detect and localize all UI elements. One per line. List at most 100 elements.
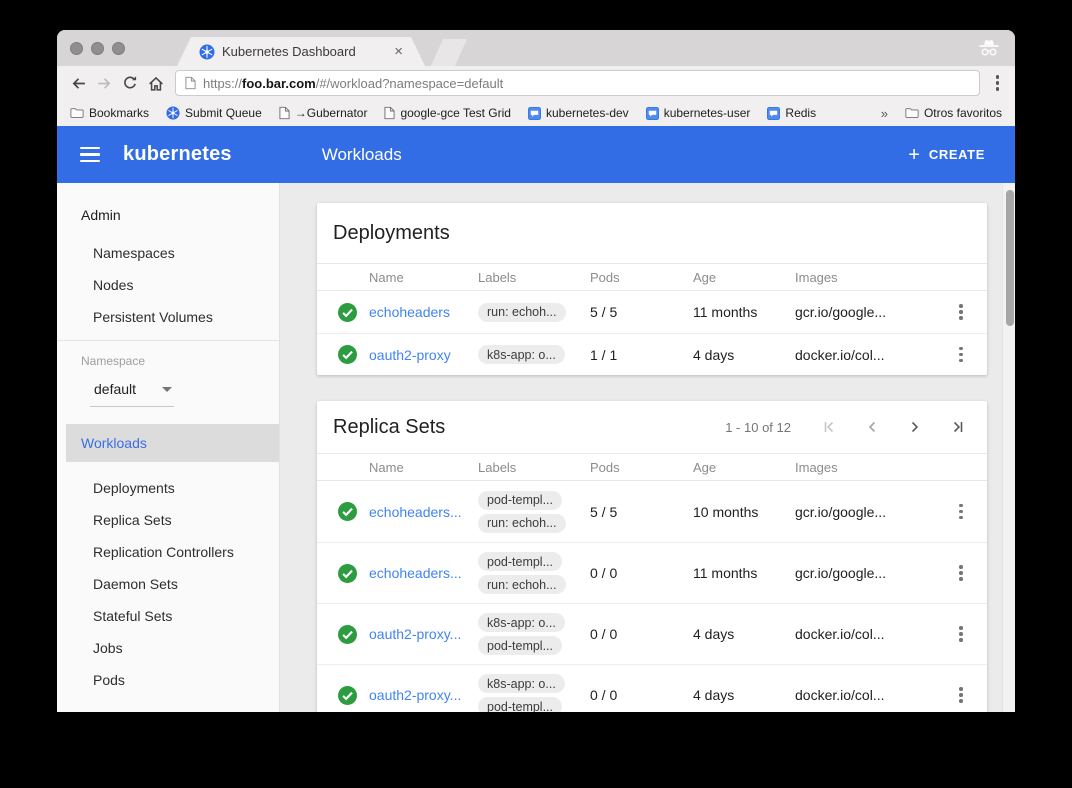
zoom-window-button[interactable] <box>112 42 125 55</box>
kubernetes-icon <box>166 106 180 120</box>
main-content: Deployments Name Labels Pods Age Images … <box>280 183 1015 712</box>
table-row: oauth2-proxy... k8s-app: o... pod-templ.… <box>317 603 987 664</box>
create-button[interactable]: + CREATE <box>908 145 985 165</box>
sidebar-item-nodes[interactable]: Nodes <box>57 269 279 301</box>
row-menu-kebab-icon[interactable] <box>959 687 963 703</box>
status-ok-icon <box>338 686 357 705</box>
sidebar-item-daemon-sets[interactable]: Daemon Sets <box>57 568 279 600</box>
deployments-card: Deployments Name Labels Pods Age Images … <box>317 203 987 375</box>
sidebar-item-replication-controllers[interactable]: Replication Controllers <box>57 536 279 568</box>
sidebar-item-persistent-volumes[interactable]: Persistent Volumes <box>57 301 279 333</box>
first-page-icon[interactable] <box>822 420 836 434</box>
replica-sets-title: Replica Sets <box>333 416 445 439</box>
sidebar-item-namespaces[interactable]: Namespaces <box>57 237 279 269</box>
bookmarks-overflow-chevron[interactable]: » <box>881 106 888 121</box>
sidebar-item-deployments[interactable]: Deployments <box>57 472 279 504</box>
resource-link[interactable]: echoheaders <box>369 304 478 320</box>
label-chip: pod-templ... <box>478 697 562 712</box>
bookmark-item[interactable]: kubernetes-dev <box>528 106 629 120</box>
label-chip: run: echoh... <box>478 575 566 594</box>
row-menu-kebab-icon[interactable] <box>959 347 963 363</box>
kubernetes-favicon-icon <box>199 44 215 60</box>
page-icon <box>279 106 290 120</box>
namespace-label: Namespace <box>57 344 279 370</box>
browser-window: Kubernetes Dashboard × https://foo.bar.c… <box>57 30 1015 712</box>
browser-tab[interactable]: Kubernetes Dashboard × <box>177 37 425 66</box>
sidebar-item-stateful-sets[interactable]: Stateful Sets <box>57 600 279 632</box>
tab-close-icon[interactable]: × <box>394 44 403 59</box>
resource-link[interactable]: echoheaders... <box>369 565 478 581</box>
bookmark-item[interactable]: google-gce Test Grid <box>384 106 511 120</box>
status-ok-icon <box>338 502 357 521</box>
bookmark-item[interactable]: kubernetes-user <box>646 106 751 120</box>
sidebar: Admin Namespaces Nodes Persistent Volume… <box>57 183 280 712</box>
table-row: oauth2-proxy k8s-app: o... 1 / 1 4 days … <box>317 333 987 375</box>
home-button[interactable] <box>143 75 169 92</box>
sidebar-item-workloads[interactable]: Workloads <box>66 424 279 462</box>
kubernetes-logo: kubernetes <box>123 143 232 166</box>
menu-hamburger-icon[interactable] <box>80 147 100 162</box>
forward-button[interactable] <box>91 75 117 92</box>
label-chip: pod-templ... <box>478 552 562 571</box>
status-ok-icon <box>338 625 357 644</box>
window-controls <box>70 42 125 55</box>
bookmark-item[interactable]: Submit Queue <box>166 106 262 120</box>
group-icon <box>767 107 780 120</box>
browser-menu-button[interactable] <box>988 75 1008 91</box>
bookmark-item[interactable]: Bookmarks <box>70 106 149 120</box>
label-chip: run: echoh... <box>478 514 566 533</box>
table-row: echoheaders run: echoh... 5 / 5 11 month… <box>317 291 987 333</box>
table-row: oauth2-proxy... k8s-app: o... pod-templ.… <box>317 664 987 712</box>
namespace-select[interactable]: default <box>90 381 174 407</box>
sidebar-divider <box>57 340 279 341</box>
tab-title: Kubernetes Dashboard <box>222 44 387 59</box>
page-title: Workloads <box>322 145 402 165</box>
row-menu-kebab-icon[interactable] <box>959 504 963 520</box>
page-icon <box>384 106 395 120</box>
plus-icon: + <box>908 145 920 165</box>
reload-button[interactable] <box>117 75 143 91</box>
row-menu-kebab-icon[interactable] <box>959 626 963 642</box>
folder-icon <box>905 107 919 119</box>
resource-link[interactable]: oauth2-proxy... <box>369 687 478 703</box>
bookmark-item[interactable]: Redis <box>767 106 816 120</box>
url-bar[interactable]: https://foo.bar.com/#/workload?namespace… <box>175 70 980 96</box>
replica-sets-card: Replica Sets 1 - 10 of 12 Name Labels Po… <box>317 401 987 712</box>
resource-link[interactable]: echoheaders... <box>369 504 478 520</box>
pagination: 1 - 10 of 12 <box>725 420 965 435</box>
minimize-window-button[interactable] <box>91 42 104 55</box>
page-icon <box>185 76 196 90</box>
label-chip: k8s-app: o... <box>478 345 565 364</box>
new-tab-button[interactable] <box>431 39 467 66</box>
resource-link[interactable]: oauth2-proxy <box>369 347 478 363</box>
sidebar-item-jobs[interactable]: Jobs <box>57 632 279 664</box>
label-chip: pod-templ... <box>478 491 562 510</box>
sidebar-section-admin[interactable]: Admin <box>57 207 279 223</box>
group-icon <box>528 107 541 120</box>
close-window-button[interactable] <box>70 42 83 55</box>
table-header: Name Labels Pods Age Images <box>317 453 987 481</box>
back-button[interactable] <box>65 75 91 92</box>
group-icon <box>646 107 659 120</box>
label-chip: run: echoh... <box>478 303 566 322</box>
pagination-range: 1 - 10 of 12 <box>725 420 791 435</box>
table-row: echoheaders... pod-templ... run: echoh..… <box>317 542 987 603</box>
row-menu-kebab-icon[interactable] <box>959 304 963 320</box>
status-ok-icon <box>338 564 357 583</box>
sidebar-item-pods[interactable]: Pods <box>57 664 279 696</box>
scrollbar-thumb[interactable] <box>1006 190 1014 326</box>
row-menu-kebab-icon[interactable] <box>959 565 963 581</box>
next-page-icon[interactable] <box>908 420 922 434</box>
table-row: echoheaders... pod-templ... run: echoh..… <box>317 481 987 542</box>
bookmark-item[interactable]: →Gubernator <box>279 106 368 120</box>
chevron-down-icon <box>162 387 172 392</box>
last-page-icon[interactable] <box>951 420 965 434</box>
label-chip: pod-templ... <box>478 636 562 655</box>
resource-link[interactable]: oauth2-proxy... <box>369 626 478 642</box>
label-chip: k8s-app: o... <box>478 613 565 632</box>
sidebar-item-replica-sets[interactable]: Replica Sets <box>57 504 279 536</box>
bookmark-folder-otros[interactable]: Otros favoritos <box>905 106 1002 120</box>
bookmarks-bar: Bookmarks Submit Queue →Gubernator googl… <box>57 100 1015 126</box>
scrollbar[interactable] <box>1002 183 1015 712</box>
prev-page-icon[interactable] <box>865 420 879 434</box>
